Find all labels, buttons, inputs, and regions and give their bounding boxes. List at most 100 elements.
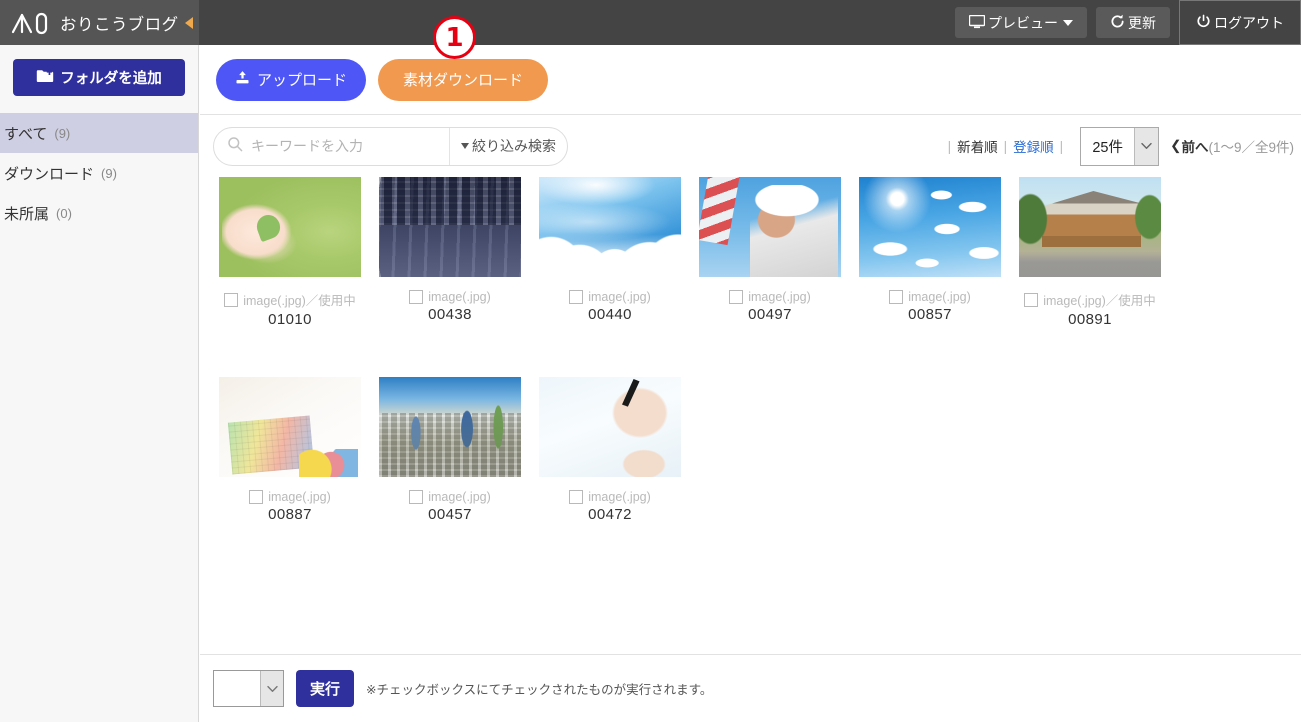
top-header-bar: おりこうブログ プレビュー 更新 ログアウト — [0, 0, 1301, 45]
thumbnail-artwork — [699, 177, 841, 277]
image-number: 00472 — [588, 506, 632, 523]
thumbnail-artwork — [219, 377, 361, 477]
refresh-button[interactable]: 更新 — [1096, 7, 1170, 38]
folder-plus-icon — [36, 68, 54, 87]
thumbnail-artwork — [379, 377, 521, 477]
logout-label: ログアウト — [1214, 14, 1284, 31]
logout-button[interactable]: ログアウト — [1179, 0, 1301, 45]
execute-button[interactable]: 実行 — [296, 670, 354, 707]
brand-area: おりこうブログ — [0, 0, 199, 45]
chevron-down-icon — [1134, 127, 1159, 165]
image-caption: image(.jpg) — [219, 490, 361, 504]
image-checkbox[interactable] — [889, 290, 904, 304]
upload-label: アップロード — [256, 72, 347, 89]
image-caption: image(.jpg) — [379, 290, 521, 304]
image-card: image(.jpg) 00440 — [539, 177, 699, 328]
image-card: image(.jpg)／使用中 00891 — [1019, 177, 1179, 328]
sidebar-item-download[interactable]: ダウンロード (9) — [0, 153, 198, 193]
pager-prev-label: 前へ — [1181, 140, 1209, 155]
annotation-badge-1: 1 — [433, 16, 476, 59]
sort-sep-mid: | — [1003, 138, 1008, 154]
add-folder-label: フォルダを追加 — [60, 71, 162, 87]
sort-registered[interactable]: 登録順 — [1013, 136, 1054, 156]
material-download-label: 素材ダウンロード — [402, 72, 523, 89]
advanced-filter-toggle[interactable]: 絞り込み検索 — [449, 127, 567, 165]
image-card: image(.jpg) 00472 — [539, 377, 699, 523]
sidebar-item-all[interactable]: すべて (9) — [0, 113, 198, 153]
image-filename: image(.jpg)／使用中 — [1043, 294, 1156, 308]
image-checkbox[interactable] — [569, 290, 584, 304]
image-checkbox[interactable] — [569, 490, 584, 504]
monitor-icon — [968, 14, 986, 31]
material-download-button[interactable]: 素材ダウンロード — [378, 58, 548, 101]
image-checkbox[interactable] — [409, 490, 424, 504]
search-box: 絞り込み検索 — [213, 126, 568, 166]
image-card: image(.jpg) 00457 — [379, 377, 539, 523]
image-card: image(.jpg) 00438 — [379, 177, 539, 328]
sidebar: フォルダを追加 すべて (9) ダウンロード (9) 未所属 (0) — [0, 45, 199, 722]
sidebar-item-label: 未所属 — [4, 205, 50, 223]
image-caption: image(.jpg)／使用中 — [1019, 290, 1161, 309]
upload-button[interactable]: アップロード — [216, 58, 366, 101]
preview-button[interactable]: プレビュー — [955, 7, 1087, 38]
hand-writing-pen-thumbnail[interactable] — [539, 377, 681, 477]
sort-and-pagination: | 新着順 | 登録順 | 25件 ❮ 前へ (1〜9／全9件) — [942, 115, 1294, 177]
image-filename: image(.jpg) — [428, 490, 491, 504]
advanced-filter-label: 絞り込み検索 — [472, 138, 556, 154]
filter-row: 絞り込み検索 | 新着順 | 登録順 | 25件 — [200, 115, 1301, 177]
aerial-city-view-thumbnail[interactable] — [379, 377, 521, 477]
thumbnail-artwork — [859, 177, 1001, 277]
image-checkbox[interactable] — [1024, 292, 1039, 307]
image-checkbox[interactable] — [729, 290, 744, 304]
image-card-inner: image(.jpg) 00440 — [539, 177, 681, 323]
image-manager-page: おりこうブログ プレビュー 更新 ログアウト フォルダを追加 すべて (9) ダ… — [0, 0, 1301, 722]
color-swatch-desk-thumbnail[interactable] — [219, 377, 361, 477]
search-input[interactable] — [243, 138, 449, 154]
image-checkbox[interactable] — [409, 290, 424, 304]
image-number: 01010 — [268, 311, 312, 328]
pagination-prev[interactable]: ❮ 前へ (1〜9／全9件) — [1170, 136, 1294, 156]
construction-worker-thumbnail[interactable] — [699, 177, 841, 277]
image-filename: image(.jpg) — [428, 290, 491, 304]
folder-list: すべて (9) ダウンロード (9) 未所属 (0) — [0, 113, 198, 233]
blue-sky-light-rays-thumbnail[interactable] — [539, 177, 681, 277]
image-filename: image(.jpg) — [268, 490, 331, 504]
image-card-inner: image(.jpg) 00457 — [379, 377, 521, 523]
image-card-inner: image(.jpg)／使用中 00891 — [1019, 177, 1161, 328]
sort-links: | 新着順 | 登録順 | — [942, 136, 1070, 156]
image-number: 00457 — [428, 506, 472, 523]
sidebar-item-count: (9) — [101, 165, 117, 181]
image-caption: image(.jpg) — [699, 290, 841, 304]
hands-holding-leaf-thumbnail[interactable] — [219, 177, 361, 277]
image-caption: image(.jpg) — [859, 290, 1001, 304]
bulk-action-select[interactable] — [213, 670, 284, 707]
per-page-select[interactable]: 25件 — [1080, 126, 1160, 166]
image-card: image(.jpg) 00497 — [699, 177, 859, 328]
thumbnail-artwork — [539, 177, 681, 277]
sidebar-item-unassigned[interactable]: 未所属 (0) — [0, 193, 198, 233]
image-card-inner: image(.jpg)／使用中 01010 — [219, 177, 361, 328]
image-card: image(.jpg) 00887 — [219, 377, 379, 523]
bulk-action-bar: 実行 ※チェックボックスにてチェックされたものが実行されます。 — [200, 654, 1301, 722]
sunny-sky-clouds-thumbnail[interactable] — [859, 177, 1001, 277]
image-card: image(.jpg)／使用中 01010 — [219, 177, 379, 328]
image-checkbox[interactable] — [249, 490, 264, 504]
sort-newest[interactable]: 新着順 — [957, 136, 998, 156]
second-hand-shape — [615, 449, 673, 477]
image-caption: image(.jpg) — [539, 290, 681, 304]
collapse-left-arrow-icon[interactable] — [184, 16, 193, 29]
pager-range: (1〜9／全9件) — [1208, 140, 1294, 155]
add-folder-button[interactable]: フォルダを追加 — [13, 59, 185, 96]
thumbnail-artwork — [379, 177, 521, 277]
night-highway-city-thumbnail[interactable] — [379, 177, 521, 277]
sidebar-item-label: ダウンロード — [4, 165, 95, 183]
image-caption: image(.jpg) — [539, 490, 681, 504]
thumbnail-artwork — [219, 177, 361, 277]
image-number: 00857 — [908, 306, 952, 323]
bulk-action-note: ※チェックボックスにてチェックされたものが実行されます。 — [366, 683, 713, 697]
modern-wooden-house-thumbnail[interactable] — [1019, 177, 1161, 277]
image-checkbox[interactable] — [224, 292, 239, 307]
caret-down-icon — [1063, 19, 1073, 26]
image-grid-area: image(.jpg)／使用中 01010 image(.jpg) 00438 imag… — [200, 177, 1301, 654]
image-filename: image(.jpg) — [748, 290, 811, 304]
